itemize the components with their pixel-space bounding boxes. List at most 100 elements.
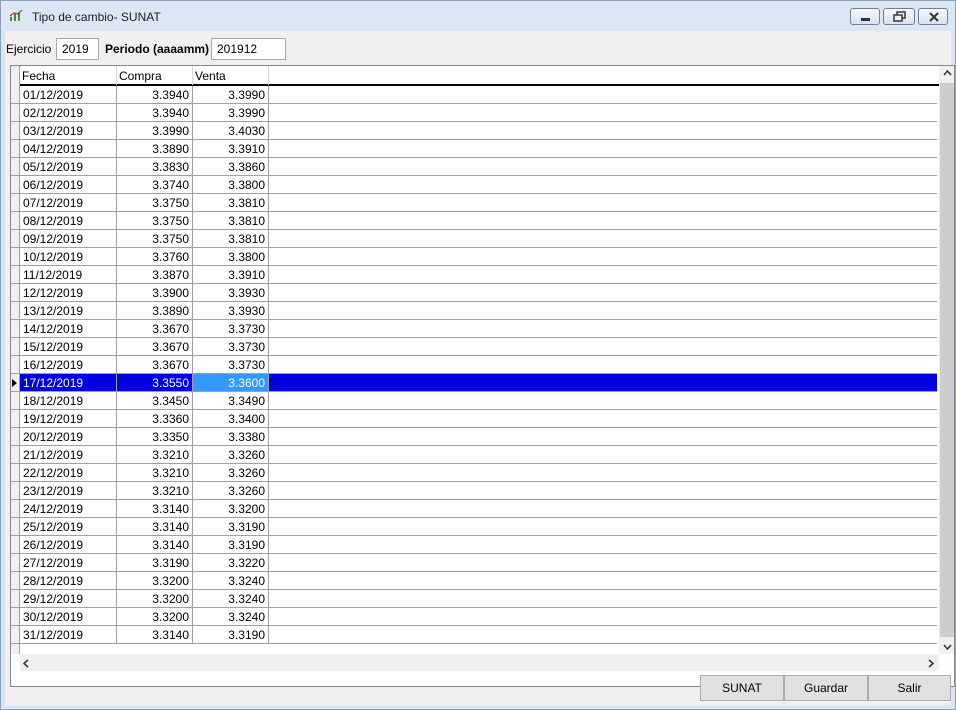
cell-compra[interactable]: 3.3870 [117, 266, 193, 283]
cell-venta[interactable]: 3.3990 [193, 86, 269, 103]
table-row[interactable]: 05/12/2019 3.3830 3.3860 [11, 158, 937, 176]
table-row[interactable]: 06/12/2019 3.3740 3.3800 [11, 176, 937, 194]
salir-button[interactable]: Salir [868, 675, 951, 701]
vertical-scroll-thumb[interactable] [940, 83, 954, 637]
table-row[interactable]: 19/12/2019 3.3360 3.3400 [11, 410, 937, 428]
column-header-compra[interactable]: Compra [117, 66, 193, 85]
cell-venta[interactable]: 3.3240 [193, 590, 269, 607]
cell-venta[interactable]: 3.3910 [193, 140, 269, 157]
table-row[interactable]: 13/12/2019 3.3890 3.3930 [11, 302, 937, 320]
table-row[interactable]: 30/12/2019 3.3200 3.3240 [11, 608, 937, 626]
cell-fecha[interactable]: 10/12/2019 [20, 248, 117, 265]
row-selector[interactable] [11, 122, 20, 140]
row-selector[interactable] [11, 572, 20, 590]
cell-fecha[interactable]: 23/12/2019 [20, 482, 117, 499]
row-selector[interactable] [11, 338, 20, 356]
ejercicio-input[interactable]: 2019 [56, 38, 99, 60]
cell-venta[interactable]: 3.3260 [193, 464, 269, 481]
cell-compra[interactable]: 3.3350 [117, 428, 193, 445]
cell-venta[interactable]: 3.3240 [193, 608, 269, 625]
cell-fecha[interactable]: 30/12/2019 [20, 608, 117, 625]
table-row[interactable]: 28/12/2019 3.3200 3.3240 [11, 572, 937, 590]
cell-venta[interactable]: 3.3190 [193, 518, 269, 535]
cell-venta[interactable]: 3.3260 [193, 446, 269, 463]
cell-compra[interactable]: 3.3210 [117, 446, 193, 463]
cell-fecha[interactable]: 06/12/2019 [20, 176, 117, 193]
chevron-down-icon[interactable] [943, 644, 952, 650]
row-selector[interactable] [11, 230, 20, 248]
cell-compra[interactable]: 3.3670 [117, 338, 193, 355]
row-selector[interactable] [11, 500, 20, 518]
cell-fecha[interactable]: 26/12/2019 [20, 536, 117, 553]
cell-compra[interactable]: 3.3200 [117, 572, 193, 589]
cell-compra[interactable]: 3.3940 [117, 104, 193, 121]
table-row[interactable]: 31/12/2019 3.3140 3.3190 [11, 626, 937, 644]
cell-venta[interactable]: 3.3260 [193, 482, 269, 499]
table-row[interactable]: 11/12/2019 3.3870 3.3910 [11, 266, 937, 284]
cell-compra[interactable]: 3.3990 [117, 122, 193, 139]
horizontal-scrollbar[interactable] [20, 654, 939, 671]
table-row[interactable]: 18/12/2019 3.3450 3.3490 [11, 392, 937, 410]
row-selector[interactable] [11, 266, 20, 284]
row-selector[interactable] [11, 554, 20, 572]
table-row[interactable]: 21/12/2019 3.3210 3.3260 [11, 446, 937, 464]
cell-venta[interactable]: 3.3800 [193, 248, 269, 265]
cell-compra[interactable]: 3.3140 [117, 500, 193, 517]
cell-fecha[interactable]: 24/12/2019 [20, 500, 117, 517]
table-row[interactable]: 02/12/2019 3.3940 3.3990 [11, 104, 937, 122]
cell-fecha[interactable]: 19/12/2019 [20, 410, 117, 427]
cell-venta[interactable]: 3.3930 [193, 284, 269, 301]
table-row[interactable]: 14/12/2019 3.3670 3.3730 [11, 320, 937, 338]
row-selector[interactable] [11, 176, 20, 194]
cell-fecha[interactable]: 12/12/2019 [20, 284, 117, 301]
chevron-left-icon[interactable] [23, 659, 29, 668]
cell-venta[interactable]: 3.3730 [193, 338, 269, 355]
cell-compra[interactable]: 3.3190 [117, 554, 193, 571]
row-selector[interactable] [11, 356, 20, 374]
row-selector[interactable] [11, 248, 20, 266]
cell-compra[interactable]: 3.3890 [117, 302, 193, 319]
cell-fecha[interactable]: 28/12/2019 [20, 572, 117, 589]
cell-venta[interactable]: 3.3730 [193, 320, 269, 337]
cell-fecha[interactable]: 13/12/2019 [20, 302, 117, 319]
row-selector[interactable] [11, 446, 20, 464]
cell-fecha[interactable]: 01/12/2019 [20, 86, 117, 103]
cell-venta[interactable]: 3.3600 [193, 374, 269, 391]
column-header-venta[interactable]: Venta [193, 66, 269, 85]
cell-compra[interactable]: 3.3940 [117, 86, 193, 103]
cell-venta[interactable]: 3.3200 [193, 500, 269, 517]
cell-venta[interactable]: 3.3930 [193, 302, 269, 319]
cell-fecha[interactable]: 11/12/2019 [20, 266, 117, 283]
row-selector[interactable] [11, 608, 20, 626]
cell-venta[interactable]: 3.3380 [193, 428, 269, 445]
table-row[interactable]: 10/12/2019 3.3760 3.3800 [11, 248, 937, 266]
cell-fecha[interactable]: 16/12/2019 [20, 356, 117, 373]
cell-fecha[interactable]: 02/12/2019 [20, 104, 117, 121]
cell-fecha[interactable]: 21/12/2019 [20, 446, 117, 463]
cell-fecha[interactable]: 18/12/2019 [20, 392, 117, 409]
cell-fecha[interactable]: 15/12/2019 [20, 338, 117, 355]
cell-fecha[interactable]: 07/12/2019 [20, 194, 117, 211]
cell-fecha[interactable]: 14/12/2019 [20, 320, 117, 337]
table-row[interactable]: 01/12/2019 3.3940 3.3990 [11, 86, 937, 104]
table-row[interactable]: 17/12/2019 3.3550 3.3600 [11, 374, 937, 392]
table-row[interactable]: 12/12/2019 3.3900 3.3930 [11, 284, 937, 302]
cell-venta[interactable]: 3.3800 [193, 176, 269, 193]
cell-venta[interactable]: 3.3810 [193, 212, 269, 229]
cell-fecha[interactable]: 29/12/2019 [20, 590, 117, 607]
cell-compra[interactable]: 3.3200 [117, 590, 193, 607]
cell-compra[interactable]: 3.3830 [117, 158, 193, 175]
cell-compra[interactable]: 3.3210 [117, 464, 193, 481]
exchange-rate-grid[interactable]: Fecha Compra Venta 01/12/2019 3.3940 3.399… [10, 65, 955, 687]
row-selector[interactable] [11, 410, 20, 428]
cell-compra[interactable]: 3.3890 [117, 140, 193, 157]
row-selector[interactable] [11, 464, 20, 482]
cell-fecha[interactable]: 17/12/2019 [20, 374, 117, 391]
row-selector[interactable] [11, 428, 20, 446]
chevron-right-icon[interactable] [928, 659, 934, 668]
row-selector[interactable] [11, 302, 20, 320]
table-row[interactable]: 20/12/2019 3.3350 3.3380 [11, 428, 937, 446]
sunat-button[interactable]: SUNAT [700, 675, 784, 701]
minimize-button[interactable] [850, 8, 880, 25]
cell-compra[interactable]: 3.3550 [117, 374, 193, 391]
